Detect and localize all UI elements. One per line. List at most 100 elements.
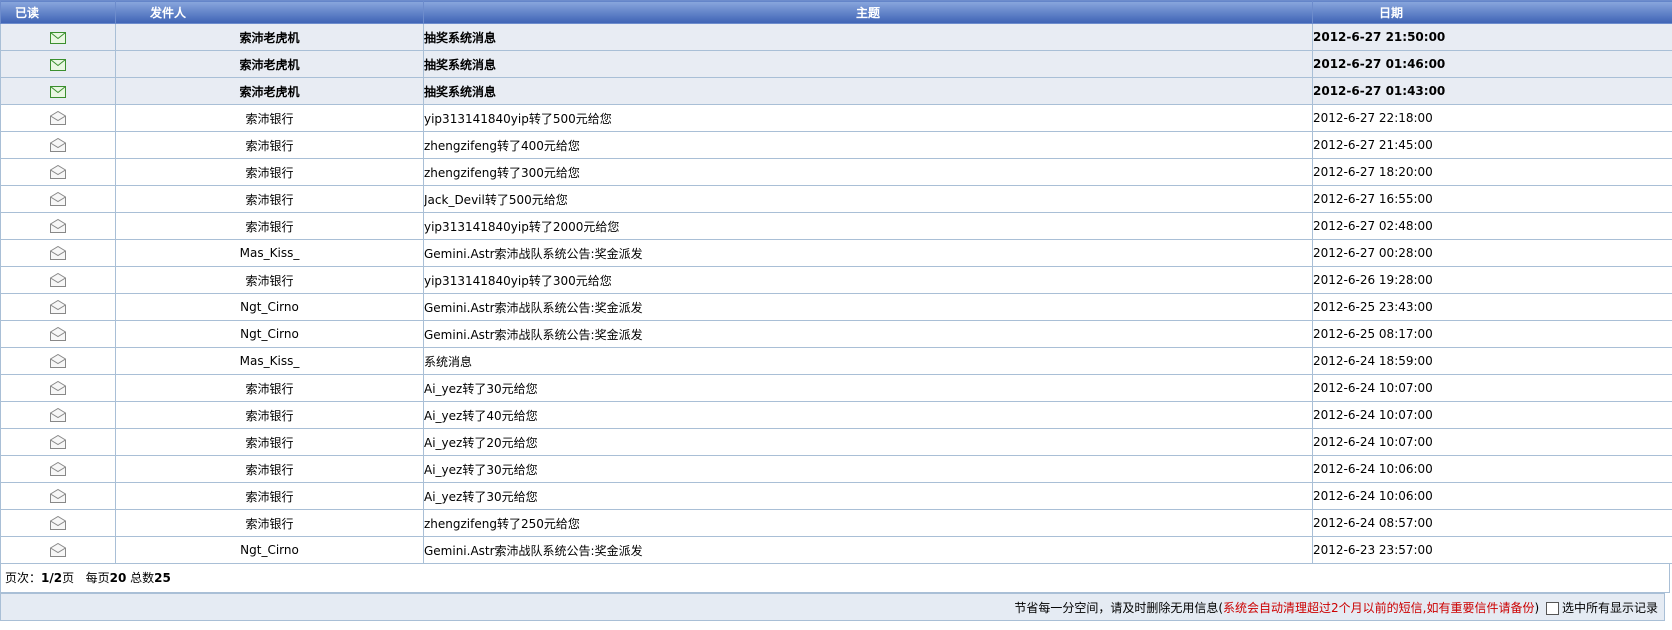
col-header-date[interactable]: 日期 — [1312, 0, 1672, 24]
subject-link[interactable]: yip313141840yip转了2000元给您 — [423, 212, 1313, 240]
table-row[interactable]: Mas_Kiss_ 系统消息 2012-6-24 18:59:00 — [0, 347, 1672, 375]
page-suffix: 页 — [62, 571, 75, 585]
table-row[interactable]: 索沛银行 Ai_yez转了30元给您 2012-6-24 10:06:00 — [0, 455, 1672, 483]
subject-link[interactable]: zhengzifeng转了400元给您 — [423, 131, 1313, 159]
date-cell: 2012-6-24 10:06:00 — [1312, 455, 1672, 483]
date-cell: 2012-6-27 21:45:00 — [1312, 131, 1672, 159]
date-cell: 2012-6-24 10:07:00 — [1312, 428, 1672, 456]
envelope-open-icon — [50, 327, 66, 342]
sender-cell: Mas_Kiss_ — [115, 239, 424, 267]
subject-link[interactable]: Gemini.Astr索沛战队系统公告:奖金派发 — [423, 293, 1313, 321]
date-cell: 2012-6-27 00:28:00 — [1312, 239, 1672, 267]
date-cell: 2012-6-25 23:43:00 — [1312, 293, 1672, 321]
sender-cell: Ngt_Cirno — [115, 293, 424, 321]
sender-cell: 索沛银行 — [115, 509, 424, 537]
read-status-cell — [0, 77, 116, 105]
envelope-closed-icon — [50, 84, 66, 98]
read-status-cell — [0, 266, 116, 294]
sender-cell: 索沛银行 — [115, 455, 424, 483]
table-row[interactable]: 索沛银行 Ai_yez转了30元给您 2012-6-24 10:06:00 — [0, 482, 1672, 510]
subject-link[interactable]: zhengzifeng转了250元给您 — [423, 509, 1313, 537]
table-row[interactable]: 索沛老虎机 抽奖系统消息 2012-6-27 01:46:00 — [0, 50, 1672, 78]
date-cell: 2012-6-24 10:07:00 — [1312, 401, 1672, 429]
envelope-open-icon — [50, 408, 66, 423]
table-row[interactable]: Mas_Kiss_ Gemini.Astr索沛战队系统公告:奖金派发 2012-6-… — [0, 239, 1672, 267]
table-row[interactable]: Ngt_Cirno Gemini.Astr索沛战队系统公告:奖金派发 2012-6-… — [0, 320, 1672, 348]
subject-link[interactable]: yip313141840yip转了300元给您 — [423, 266, 1313, 294]
col-header-sender[interactable]: 发件人 — [115, 0, 424, 24]
select-all-checkbox[interactable] — [1545, 602, 1559, 615]
sender-cell: 索沛银行 — [115, 158, 424, 186]
subject-link[interactable]: Jack_Devil转了500元给您 — [423, 185, 1313, 213]
read-status-cell — [0, 455, 116, 483]
envelope-open-icon — [50, 111, 66, 126]
date-cell: 2012-6-27 16:55:00 — [1312, 185, 1672, 213]
subject-link[interactable]: Ai_yez转了20元给您 — [423, 428, 1313, 456]
subject-link[interactable]: Ai_yez转了30元给您 — [423, 482, 1313, 510]
read-status-cell — [0, 158, 116, 186]
table-row[interactable]: 索沛老虎机 抽奖系统消息 2012-6-27 21:50:00 — [0, 23, 1672, 51]
read-status-cell — [0, 374, 116, 402]
sender-cell: 索沛老虎机 — [115, 50, 424, 78]
table-row[interactable]: 索沛银行 yip313141840yip转了500元给您 2012-6-27 22:… — [0, 104, 1672, 132]
date-cell: 2012-6-27 01:43:00 — [1312, 77, 1672, 105]
date-cell: 2012-6-23 23:57:00 — [1312, 536, 1672, 564]
date-cell: 2012-6-24 08:57:00 — [1312, 509, 1672, 537]
date-cell: 2012-6-25 08:17:00 — [1312, 320, 1672, 348]
table-row[interactable]: 索沛银行 Ai_yez转了40元给您 2012-6-24 10:07:00 — [0, 401, 1672, 429]
table-row[interactable]: 索沛银行 zhengzifeng转了300元给您 2012-6-27 18:20:0… — [0, 158, 1672, 186]
subject-link[interactable]: 抽奖系统消息 — [423, 77, 1313, 105]
table-row[interactable]: 索沛银行 zhengzifeng转了250元给您 2012-6-24 08:57:0… — [0, 509, 1672, 537]
read-status-cell — [0, 185, 116, 213]
page-value: 1/2 — [41, 571, 63, 585]
subject-link[interactable]: Gemini.Astr索沛战队系统公告:奖金派发 — [423, 320, 1313, 348]
subject-link[interactable]: yip313141840yip转了500元给您 — [423, 104, 1313, 132]
read-status-cell — [0, 293, 116, 321]
table-row[interactable]: 索沛老虎机 抽奖系统消息 2012-6-27 01:43:00 — [0, 77, 1672, 105]
envelope-open-icon — [50, 462, 66, 477]
table-row[interactable]: 索沛银行 Jack_Devil转了500元给您 2012-6-27 16:55:00 — [0, 185, 1672, 213]
date-cell: 2012-6-27 02:48:00 — [1312, 212, 1672, 240]
table-row[interactable]: 索沛银行 yip313141840yip转了300元给您 2012-6-26 19:… — [0, 266, 1672, 294]
subject-link[interactable]: 抽奖系统消息 — [423, 23, 1313, 51]
col-header-subject[interactable]: 主题 — [423, 0, 1313, 24]
subject-link[interactable]: zhengzifeng转了300元给您 — [423, 158, 1313, 186]
table-row[interactable]: Ngt_Cirno Gemini.Astr索沛战队系统公告:奖金派发 2012-6-… — [0, 293, 1672, 321]
subject-link[interactable]: Gemini.Astr索沛战队系统公告:奖金派发 — [423, 239, 1313, 267]
date-cell: 2012-6-24 10:06:00 — [1312, 482, 1672, 510]
read-status-cell — [0, 50, 116, 78]
subject-link[interactable]: 系统消息 — [423, 347, 1313, 375]
date-cell: 2012-6-26 19:28:00 — [1312, 266, 1672, 294]
table-row[interactable]: 索沛银行 zhengzifeng转了400元给您 2012-6-27 21:45:0… — [0, 131, 1672, 159]
subject-link[interactable]: Ai_yez转了30元给您 — [423, 374, 1313, 402]
col-header-read[interactable]: 已读 — [0, 0, 116, 24]
table-header-row: 已读 发件人 主题 日期 — [0, 0, 1672, 24]
table-row[interactable]: 索沛银行 yip313141840yip转了2000元给您 2012-6-27 02… — [0, 212, 1672, 240]
cleanup-notice-end: ) — [1534, 601, 1540, 615]
footer-toolbar: 节省每一分空间，请及时删除无用信息(系统会自动清理超过2个月以前的短信,如有重要… — [0, 593, 1665, 621]
message-table: 已读 发件人 主题 日期 索沛老虎机 抽奖系统消息 2012-6-27 21:50:… — [0, 0, 1672, 564]
select-all-label[interactable]: 选中所有显示记录 — [1562, 601, 1658, 615]
subject-link[interactable]: 抽奖系统消息 — [423, 50, 1313, 78]
sender-cell: 索沛银行 — [115, 428, 424, 456]
sender-cell: Ngt_Cirno — [115, 536, 424, 564]
envelope-open-icon — [50, 192, 66, 207]
sender-cell: 索沛银行 — [115, 374, 424, 402]
total-label: 总数 — [130, 571, 155, 585]
sender-cell: 索沛老虎机 — [115, 77, 424, 105]
subject-link[interactable]: Ai_yez转了30元给您 — [423, 455, 1313, 483]
subject-link[interactable]: Ai_yez转了40元给您 — [423, 401, 1313, 429]
table-row[interactable]: Ngt_Cirno Gemini.Astr索沛战队系统公告:奖金派发 2012-6-… — [0, 536, 1672, 564]
per-page-label: 每页 — [85, 571, 110, 585]
message-list: 已读 发件人 主题 日期 索沛老虎机 抽奖系统消息 2012-6-27 21:50:… — [0, 0, 1672, 621]
table-row[interactable]: 索沛银行 Ai_yez转了20元给您 2012-6-24 10:07:00 — [0, 428, 1672, 456]
subject-link[interactable]: Gemini.Astr索沛战队系统公告:奖金派发 — [423, 536, 1313, 564]
sender-cell: 索沛银行 — [115, 212, 424, 240]
read-status-cell — [0, 428, 116, 456]
read-status-cell — [0, 23, 116, 51]
sender-cell: 索沛银行 — [115, 266, 424, 294]
page-label: 页次： — [5, 571, 42, 585]
table-row[interactable]: 索沛银行 Ai_yez转了30元给您 2012-6-24 10:07:00 — [0, 374, 1672, 402]
envelope-open-icon — [50, 489, 66, 504]
read-status-cell — [0, 239, 116, 267]
